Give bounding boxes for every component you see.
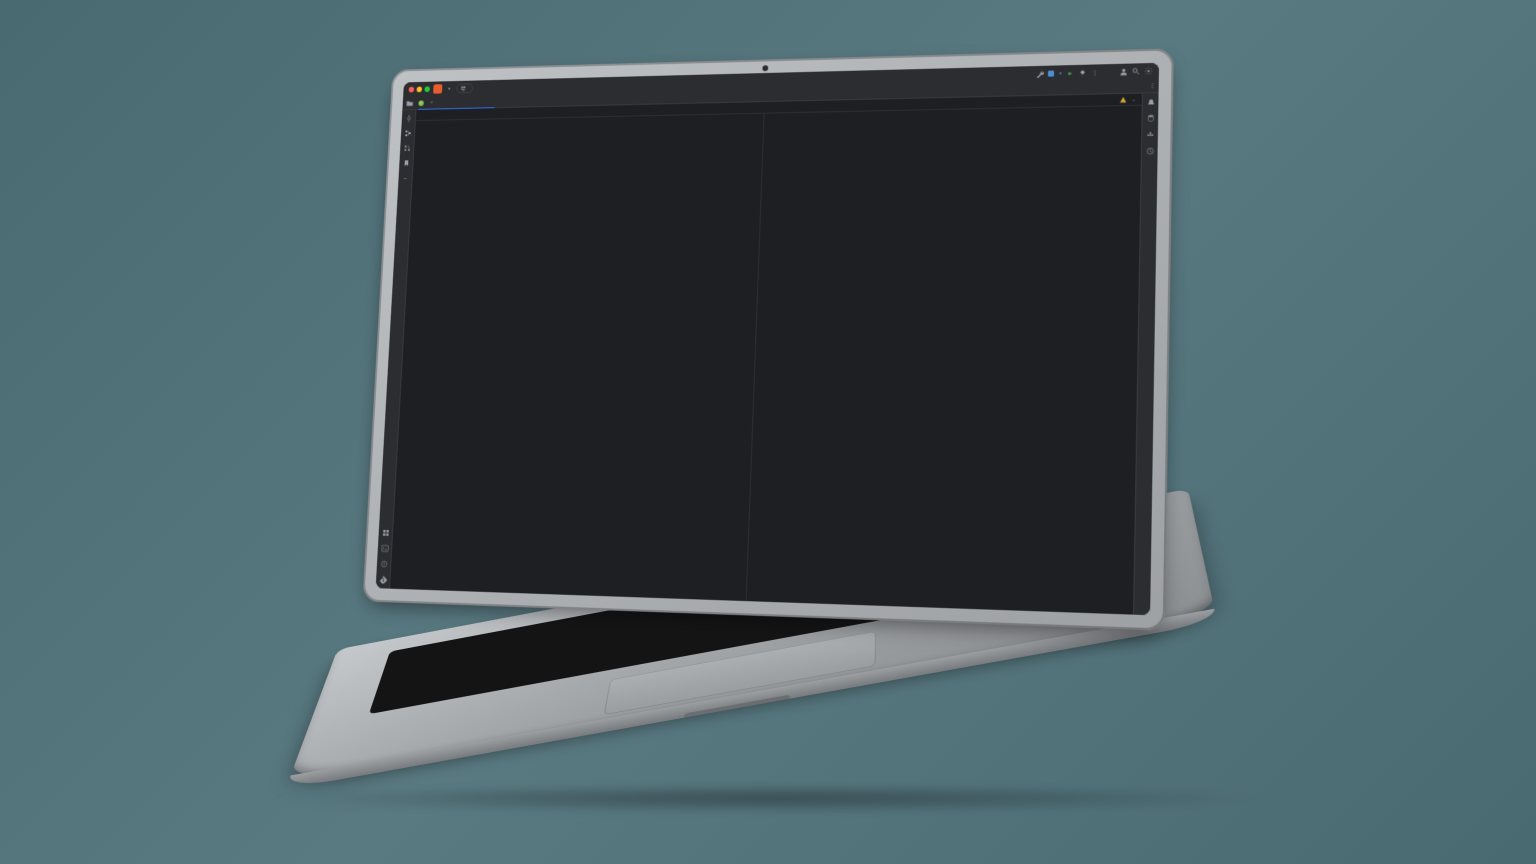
problems-tool-icon[interactable]: [379, 559, 388, 569]
twig-file-icon: [418, 100, 424, 106]
code-content[interactable]: [406, 106, 1142, 615]
play-icon[interactable]: ▶: [1066, 69, 1074, 77]
code-with-me-icon[interactable]: [1119, 68, 1127, 76]
laptop-lid: ▾ ▾ ▶ ⋮: [362, 48, 1174, 630]
gear-icon[interactable]: [1144, 67, 1152, 75]
chevron-down-icon: ▾: [1058, 70, 1062, 77]
project-badge[interactable]: [433, 84, 442, 94]
warning-icon: [1120, 96, 1126, 102]
minimize-window-icon[interactable]: [417, 87, 423, 93]
more-icon[interactable]: ⋮: [1091, 68, 1099, 76]
code-editor[interactable]: ⌄: [390, 94, 1142, 615]
ide-window: ▾ ▾ ▶ ⋮: [376, 63, 1159, 615]
lid-notch: [684, 695, 790, 718]
git-tool-icon[interactable]: [378, 575, 387, 585]
pull-request-icon[interactable]: [402, 143, 411, 152]
window-controls: [409, 86, 430, 92]
chevron-down-icon[interactable]: ▾: [446, 85, 453, 93]
more-tools-icon[interactable]: ⋯: [401, 173, 410, 182]
drop-shadow: [234, 785, 1301, 811]
zoom-window-icon[interactable]: [424, 86, 430, 92]
camera-dot: [762, 65, 768, 71]
bug-icon[interactable]: [1078, 69, 1086, 77]
commit-tool-icon[interactable]: [404, 114, 413, 123]
build-icon[interactable]: [1036, 70, 1044, 78]
docker-tool-icon[interactable]: [1145, 130, 1156, 140]
notifications-tool-icon[interactable]: [1145, 97, 1156, 107]
inspection-widget[interactable]: ⌄: [1120, 96, 1135, 103]
run-config-selector[interactable]: ▾: [1048, 70, 1062, 77]
close-window-icon[interactable]: [409, 87, 415, 93]
database-tool-icon[interactable]: [1145, 113, 1156, 123]
close-tab-icon[interactable]: ×: [430, 99, 434, 106]
services-tool-icon[interactable]: [381, 528, 390, 538]
bookmarks-tool-icon[interactable]: [401, 158, 410, 167]
search-icon[interactable]: [1132, 67, 1140, 75]
laptop-mockup: ▾ ▾ ▶ ⋮: [346, 53, 1191, 781]
project-tool-icon[interactable]: [405, 98, 414, 107]
branch-icon: [461, 85, 467, 91]
structure-tool-icon[interactable]: [403, 129, 412, 138]
profiler-tool-icon[interactable]: [1145, 146, 1156, 156]
terminal-tool-icon[interactable]: [380, 543, 389, 553]
run-config-icon: [1048, 71, 1054, 77]
vcs-branch-widget[interactable]: [456, 83, 473, 93]
more-icon[interactable]: ⋮: [1148, 82, 1156, 90]
